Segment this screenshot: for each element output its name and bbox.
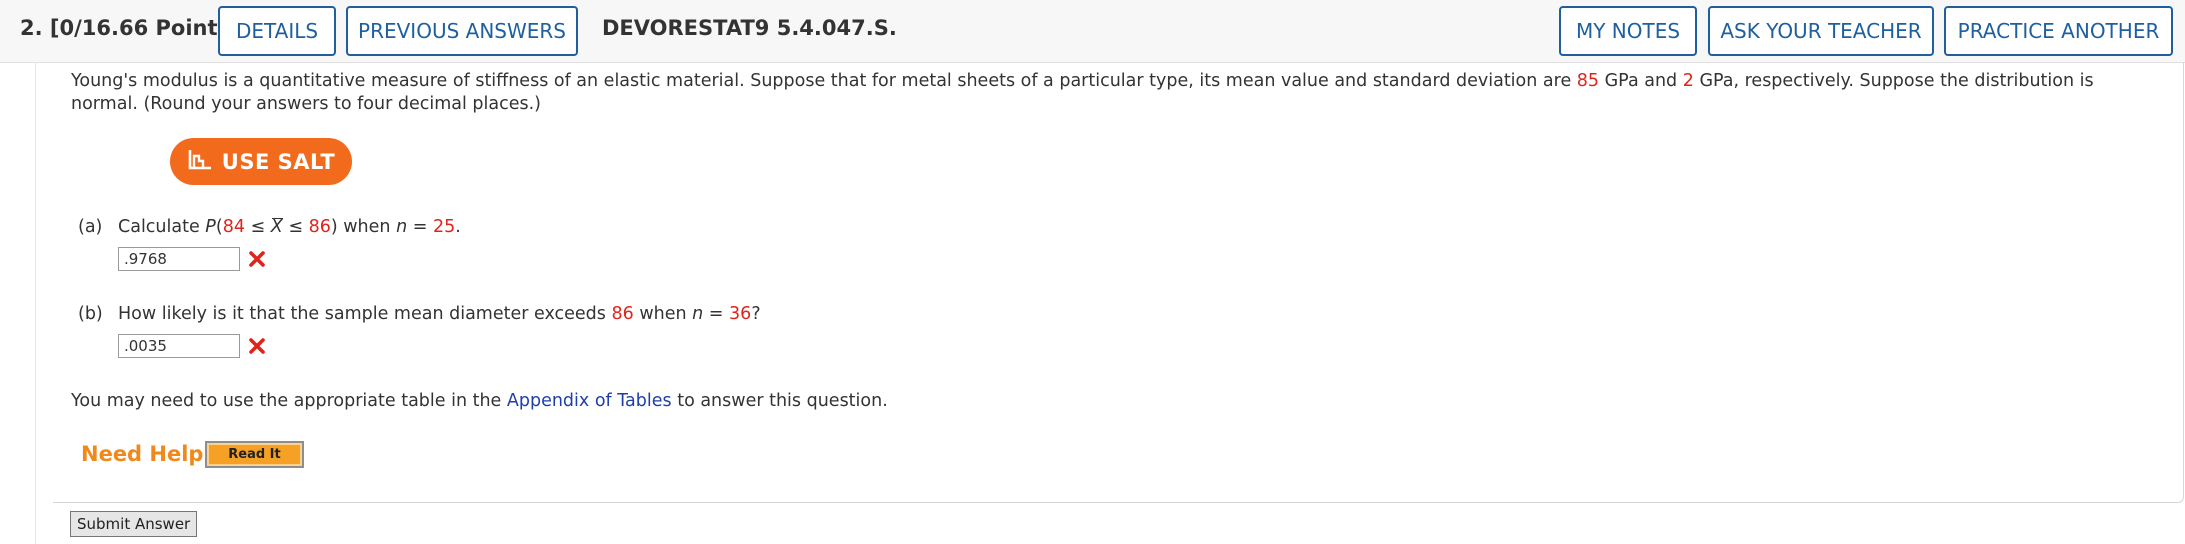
eq-symbol: =	[407, 217, 433, 237]
read-it-button[interactable]: Read It	[205, 441, 304, 468]
part-a-prompt: (a) Calculate P(84 ≤ X ≤ 86) when n = 25.	[78, 217, 461, 237]
appendix-of-tables-link[interactable]: Appendix of Tables	[507, 391, 672, 411]
question-mark: ?	[751, 304, 761, 324]
eq-symbol: =	[703, 304, 730, 324]
bar-chart-icon	[187, 147, 222, 176]
question-number: 2. [0/16.66 Points]	[20, 16, 240, 40]
threshold-value: 86	[611, 304, 634, 324]
part-a-label: (a)	[78, 217, 103, 237]
xbar-symbol: X	[270, 217, 283, 237]
prob-symbol: P	[205, 217, 216, 237]
part-b-label: (b)	[78, 304, 103, 324]
leq-symbol: ≤	[282, 217, 309, 237]
n-symbol: n	[396, 217, 408, 237]
upper-bound: 86	[308, 217, 331, 237]
ask-your-teacher-button[interactable]: ASK YOUR TEACHER	[1708, 6, 1934, 56]
lower-bound: 84	[222, 217, 245, 237]
appendix-note: You may need to use the appropriate tabl…	[71, 391, 888, 411]
x-mark-icon	[248, 250, 266, 272]
intro-text: GPa and	[1599, 71, 1683, 91]
mean-value: 85	[1576, 71, 1600, 91]
paren: (	[215, 217, 223, 237]
question-intro: Young's modulus is a quantitative measur…	[71, 70, 2166, 116]
sd-value: 2	[1682, 71, 1694, 91]
practice-another-button[interactable]: PRACTICE ANOTHER	[1944, 6, 2173, 56]
part-a-answer-input[interactable]	[118, 247, 240, 271]
submit-answer-button[interactable]: Submit Answer	[70, 511, 198, 537]
n-symbol: n	[692, 304, 704, 324]
question-code: DEVORESTAT9 5.4.047.S.	[602, 16, 897, 40]
part-b-text: How likely is it that the sample mean di…	[118, 304, 612, 324]
part-a-text: ) when	[330, 217, 397, 237]
part-b-text: when	[633, 304, 693, 324]
x-mark-icon	[248, 337, 266, 359]
leq-symbol: ≤	[244, 217, 271, 237]
intro-text: Young's modulus is a quantitative measur…	[71, 71, 1577, 91]
note-text: You may need to use the appropriate tabl…	[71, 391, 507, 411]
use-salt-label: USE SALT	[221, 149, 336, 174]
question-header: 2. [0/16.66 Points] DETAILS PREVIOUS ANS…	[0, 0, 2185, 63]
sample-size: 36	[729, 304, 752, 324]
left-rule	[35, 62, 36, 544]
use-salt-button[interactable]: USE SALT	[170, 138, 352, 185]
question-panel	[53, 62, 2184, 503]
details-button[interactable]: DETAILS	[218, 6, 336, 56]
sample-size: 25	[432, 217, 456, 237]
part-b-answer-input[interactable]	[118, 334, 240, 358]
period: .	[455, 217, 461, 237]
my-notes-button[interactable]: MY NOTES	[1559, 6, 1697, 56]
part-b-prompt: (b) How likely is it that the sample mean…	[78, 304, 761, 324]
previous-answers-button[interactable]: PREVIOUS ANSWERS	[346, 6, 578, 56]
part-a-text: Calculate	[118, 217, 206, 237]
need-help-label: Need Help?	[81, 442, 216, 466]
note-text: to answer this question.	[671, 391, 888, 411]
